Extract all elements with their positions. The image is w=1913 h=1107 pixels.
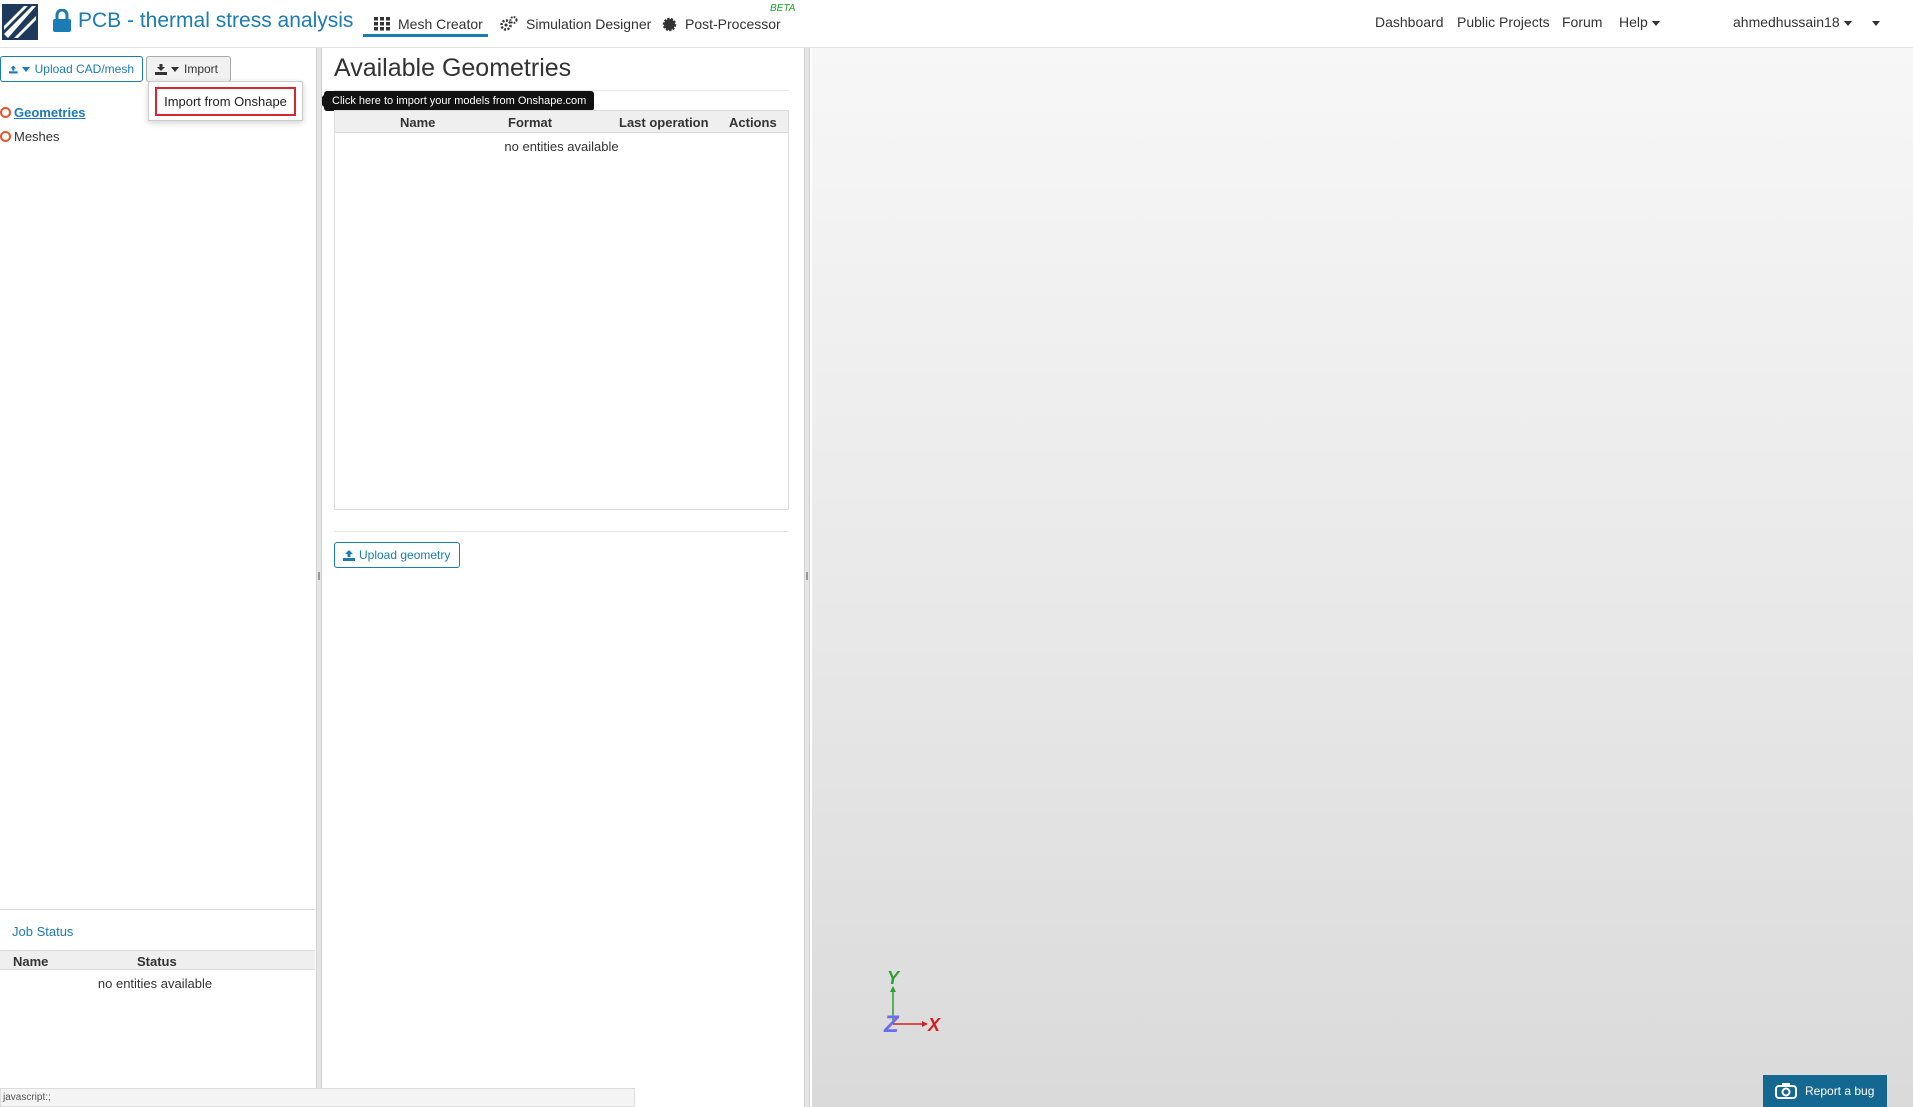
job-status-panel: Job Status Name Status no entities avail…: [0, 909, 315, 1107]
tree-item-label: Meshes: [14, 128, 60, 144]
axis-label-z: Z: [883, 1011, 900, 1038]
chevron-down-icon: [1843, 20, 1852, 26]
camera-icon: [1775, 1083, 1797, 1099]
grid-icon: [374, 17, 390, 31]
geometries-table: Name Format Last operation Actions no en…: [334, 110, 789, 510]
upload-icon: [343, 549, 355, 561]
import-dropdown-menu: Import from Onshape: [148, 81, 303, 121]
tab-label: Mesh Creator: [398, 16, 483, 32]
column-header-name[interactable]: Name: [400, 115, 435, 130]
geometries-table-header: Name Format Last operation Actions: [335, 111, 788, 133]
job-status-title[interactable]: Job Status: [12, 924, 73, 939]
upload-label: Upload CAD/mesh: [34, 62, 134, 76]
report-bug-button[interactable]: Report a bug: [1763, 1075, 1887, 1107]
column-header-actions: Actions: [729, 115, 777, 130]
status-circle-icon: [0, 106, 11, 118]
axis-label-y: Y: [887, 968, 901, 988]
gear-icon: [662, 17, 677, 31]
upload-icon: [9, 65, 18, 73]
column-header-name: Name: [13, 954, 49, 969]
upload-geometry-button[interactable]: Upload geometry: [334, 542, 460, 568]
username: ahmedhussain18: [1733, 14, 1840, 30]
download-icon: [155, 63, 167, 75]
chevron-down-icon[interactable]: [1872, 21, 1880, 26]
splitter-grip: [318, 572, 320, 580]
tab-simulation-designer[interactable]: Simulation Designer: [500, 11, 651, 37]
project-title[interactable]: PCB - thermal stress analysis: [78, 9, 353, 33]
tab-label: Simulation Designer: [526, 16, 652, 32]
upload-cad-mesh-button[interactable]: Upload CAD/mesh: [0, 56, 143, 82]
3d-viewport[interactable]: Y X Z Report a bug: [812, 48, 1913, 1107]
help-label: Help: [1619, 14, 1648, 30]
section-divider: [334, 531, 789, 532]
nav-link-public-projects[interactable]: Public Projects: [1457, 14, 1550, 30]
report-bug-label: Report a bug: [1805, 1084, 1875, 1098]
gears-icon: [500, 16, 518, 31]
import-button[interactable]: Import: [146, 56, 231, 82]
browser-status-bar: javascript:;: [0, 1088, 635, 1107]
lock-icon: [53, 9, 71, 32]
left-panel: Upload CAD/mesh Import Import from Onsha…: [0, 48, 595, 1107]
tab-label: Post-Processor: [685, 16, 781, 32]
nav-link-help[interactable]: Help: [1619, 14, 1660, 30]
geometries-panel: Available Geometries Name Format Last op…: [322, 48, 804, 1107]
upload-geometry-label: Upload geometry: [359, 548, 451, 562]
import-from-onshape-item[interactable]: Import from Onshape: [155, 87, 296, 116]
tree-item-geometries[interactable]: Geometries: [0, 103, 86, 121]
simscale-logo-icon[interactable]: [2, 4, 38, 40]
top-navbar: PCB - thermal stress analysis Mesh Creat…: [0, 0, 1913, 48]
axis-label-x: X: [927, 1015, 941, 1035]
import-label: Import: [184, 62, 219, 76]
viewport-splitter[interactable]: [804, 48, 810, 1107]
active-tab-indicator: [363, 34, 488, 37]
title-divider: [334, 90, 789, 91]
job-status-table-header: Name Status: [0, 950, 315, 970]
splitter-grip: [806, 572, 808, 580]
nav-link-dashboard[interactable]: Dashboard: [1375, 14, 1444, 30]
column-header-status: Status: [137, 954, 177, 969]
column-header-last-operation[interactable]: Last operation: [619, 115, 709, 130]
page-title: Available Geometries: [334, 54, 572, 82]
nav-link-forum[interactable]: Forum: [1562, 14, 1602, 30]
beta-badge: BETA: [770, 3, 796, 14]
job-status-empty-text: no entities available: [97, 976, 213, 991]
tree-item-meshes[interactable]: Meshes: [0, 127, 60, 145]
chevron-down-icon: [1651, 20, 1660, 26]
axes-triad: Y X Z: [883, 968, 941, 1038]
tree-item-label: Geometries: [14, 104, 86, 120]
column-header-format[interactable]: Format: [508, 115, 552, 130]
status-circle-icon: [0, 130, 11, 142]
chevron-down-icon: [21, 66, 30, 72]
chevron-down-icon: [171, 66, 179, 72]
geometries-empty-text: no entities available: [504, 139, 619, 154]
user-menu[interactable]: ahmedhussain18: [1733, 14, 1852, 30]
tab-post-processor[interactable]: Post-Processor: [662, 11, 781, 37]
